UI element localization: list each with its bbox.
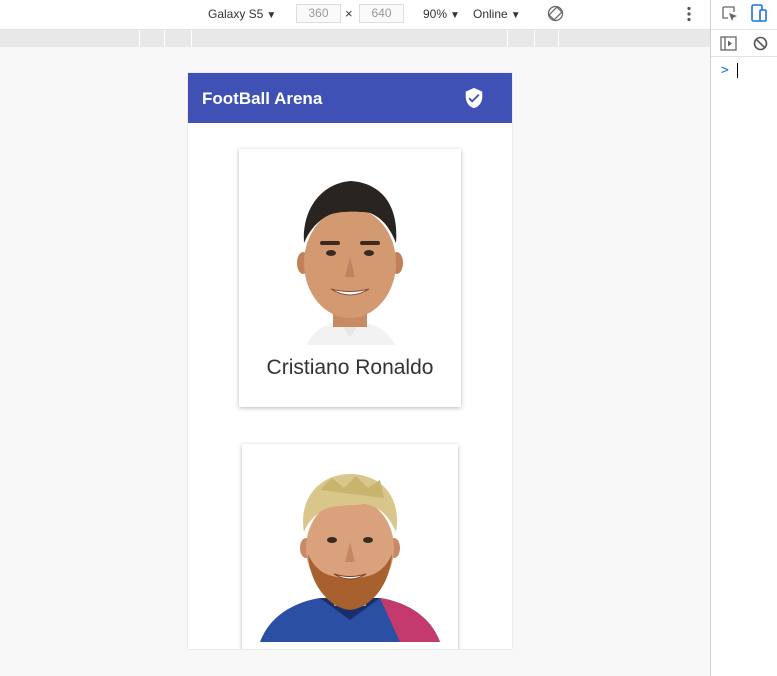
ruler-tick — [558, 30, 559, 47]
device-toggle-icon[interactable] — [751, 4, 767, 23]
shield-check-icon[interactable] — [463, 87, 485, 109]
ruler-tick — [139, 30, 140, 47]
more-options-icon[interactable] — [686, 6, 692, 22]
media-query-ruler[interactable] — [0, 30, 710, 47]
device-toolbar: Galaxy S5 ▼ 360 × 640 90% ▼ Online ▼ — [0, 0, 710, 30]
ruler-tick — [507, 30, 508, 47]
chevron-down-icon: ▼ — [510, 10, 521, 21]
player-card[interactable] — [242, 444, 458, 649]
zoom-select[interactable]: 90% ▼ — [423, 7, 460, 21]
ruler-tick — [191, 30, 192, 47]
rotate-icon[interactable] — [547, 5, 564, 22]
console-sidebar-icon[interactable] — [720, 36, 737, 51]
player-name: Cristiano Ronaldo — [266, 356, 434, 379]
device-name: Galaxy S5 — [208, 7, 264, 21]
chevron-down-icon: ▼ — [266, 10, 277, 21]
height-input[interactable]: 640 — [359, 4, 404, 23]
console-input[interactable] — [737, 63, 738, 78]
chevron-down-icon: ▼ — [450, 10, 460, 21]
zoom-value: 90% — [423, 7, 448, 21]
ruler-tick — [534, 30, 535, 47]
clear-console-icon[interactable] — [753, 36, 768, 51]
network-value: Online — [473, 7, 508, 21]
device-select[interactable]: Galaxy S5 ▼ — [208, 7, 276, 21]
devtools-panel: > — [710, 0, 777, 676]
divider — [711, 56, 777, 57]
player-card[interactable]: Cristiano Ronaldo — [239, 149, 461, 407]
width-input[interactable]: 360 — [296, 4, 341, 23]
divider — [711, 29, 777, 30]
player-photo — [260, 474, 440, 642]
player-photo — [297, 181, 403, 345]
network-select[interactable]: Online ▼ — [473, 7, 521, 21]
ruler-tick — [164, 30, 165, 47]
phone-viewport: FootBall Arena Cristiano Ronaldo — [188, 73, 512, 649]
app-title: FootBall Arena — [202, 89, 323, 108]
console-prompt-icon: > — [721, 63, 729, 78]
times-sign: × — [345, 6, 353, 21]
app-bar: FootBall Arena — [188, 73, 512, 123]
inspect-element-icon[interactable] — [721, 5, 739, 23]
